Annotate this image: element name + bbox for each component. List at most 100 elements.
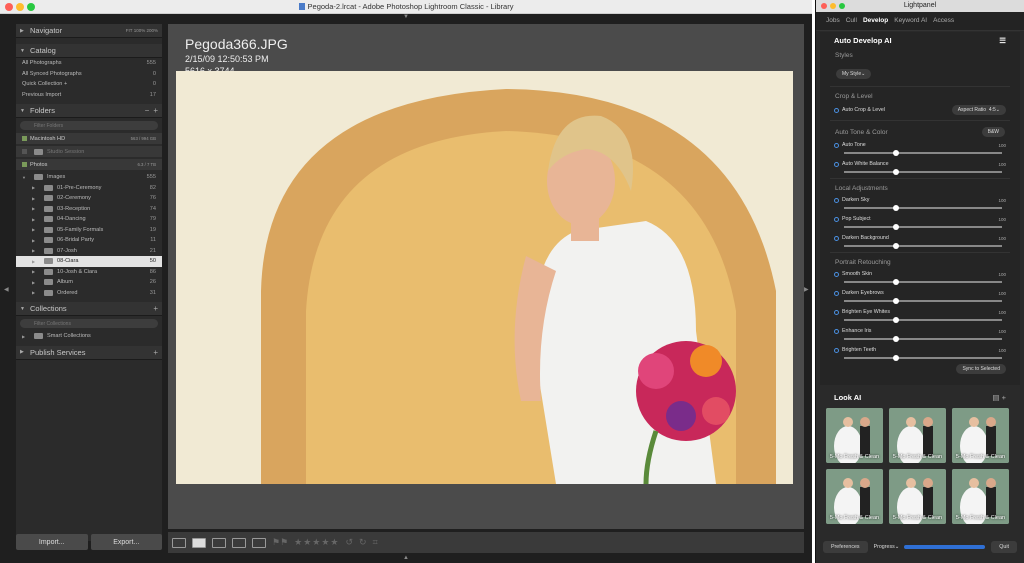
add-service-icon[interactable]: +	[153, 348, 158, 357]
tab-cull[interactable]: Cull	[846, 17, 857, 30]
crop-overlay-icon[interactable]: ⌗	[373, 537, 378, 548]
folder-item[interactable]: ▶ Ordered 31	[16, 288, 162, 299]
adjustment-toggle[interactable]: Auto Tone 100	[820, 140, 1020, 150]
loupe-view-icon[interactable]	[192, 537, 206, 548]
tab-jobs[interactable]: Jobs	[826, 17, 840, 30]
adjustment-toggle[interactable]: Darken Eyebrows 100	[820, 288, 1020, 298]
main-photo[interactable]	[176, 71, 793, 484]
flag-icon[interactable]: ⚑⚑	[272, 537, 288, 548]
slider-knob[interactable]	[893, 243, 900, 249]
slider-knob[interactable]	[893, 224, 900, 230]
look-thumbnail[interactable]: 5-Mo Fresh & Clean	[826, 408, 883, 463]
navigator-header[interactable]: ▶ Navigator FIT 100% 200%	[16, 24, 162, 38]
adjustment-toggle[interactable]: Darken Sky 100	[820, 195, 1020, 205]
people-view-icon[interactable]	[252, 537, 266, 548]
slider-knob[interactable]	[893, 355, 900, 361]
top-panel-toggle-icon[interactable]: ▼	[403, 14, 409, 20]
tab-keyword-ai[interactable]: Keyword AI	[894, 17, 927, 30]
volume-item[interactable]: Studio Session	[16, 146, 162, 157]
look-thumbnail[interactable]: 5-Mo Fresh & Clean	[826, 469, 883, 524]
navigator-zoom[interactable]: FIT 100% 200%	[126, 28, 158, 33]
slider-knob[interactable]	[893, 169, 900, 175]
minus-icon[interactable]: −	[145, 106, 150, 115]
folder-item[interactable]: ▶ 06-Bridal Party 11	[16, 235, 162, 246]
catalog-header[interactable]: ▼ Catalog	[16, 44, 162, 58]
auto-crop-option[interactable]: Auto Crop & Level Aspect Ratio 4:5 ⌄	[820, 103, 1020, 117]
catalog-item[interactable]: All Synced Photographs 0	[16, 69, 162, 80]
adjustment-slider[interactable]	[844, 317, 1002, 323]
collection-item[interactable]: ▶ Smart Collections	[16, 331, 162, 342]
folder-item[interactable]: ▶ 04-Dancing 79	[16, 214, 162, 225]
compare-view-icon[interactable]	[212, 537, 226, 548]
sync-to-selected-button[interactable]: Sync to Selected	[956, 364, 1006, 374]
folder-item[interactable]: ▶ 07-Josh 21	[16, 246, 162, 257]
catalog-item[interactable]: Previous Import 17	[16, 90, 162, 101]
folder-item[interactable]: ▶ 05-Family Formals 19	[16, 225, 162, 236]
adjustment-slider[interactable]	[844, 224, 1002, 230]
collections-filter-input[interactable]: Filter Collections	[20, 319, 158, 328]
slider-knob[interactable]	[893, 205, 900, 211]
slider-knob[interactable]	[893, 150, 900, 156]
bw-button[interactable]: B&W	[981, 127, 1005, 137]
folder-item[interactable]: ▼ Images 555	[16, 172, 162, 183]
adjustment-slider[interactable]	[844, 169, 1002, 175]
folder-item[interactable]: ▶ Album 26	[16, 277, 162, 288]
maximize-window-button[interactable]	[839, 3, 845, 9]
slider-knob[interactable]	[893, 298, 900, 304]
slider-knob[interactable]	[893, 336, 900, 342]
adjustment-slider[interactable]	[844, 336, 1002, 342]
adjustment-toggle[interactable]: Darken Background 100	[820, 233, 1020, 243]
rotate-right-icon[interactable]: ↻	[359, 537, 367, 548]
adjustment-slider[interactable]	[844, 205, 1002, 211]
adjustment-slider[interactable]	[844, 150, 1002, 156]
adjustment-toggle[interactable]: Pop Subject 100	[820, 214, 1020, 224]
left-panel-toggle-icon[interactable]: ◀	[4, 286, 9, 293]
preferences-button[interactable]: Preferences	[823, 541, 868, 553]
survey-view-icon[interactable]	[232, 537, 246, 548]
bottom-panel-toggle-icon[interactable]: ▲	[403, 555, 409, 561]
volume-item[interactable]: Macintosh HD 563 / 994 GB	[16, 133, 162, 144]
style-dropdown[interactable]: My Style ⌄	[836, 69, 872, 79]
rotate-left-icon[interactable]: ↺	[345, 537, 353, 548]
right-panel-toggle-icon[interactable]: ▶	[804, 286, 809, 293]
folder-item[interactable]: ▶ 10-Josh & Ciara 86	[16, 267, 162, 278]
add-look-icon[interactable]: +	[1002, 393, 1006, 402]
publish-services-header[interactable]: ▶ Publish Services +	[16, 345, 162, 360]
volume-item[interactable]: Photos 6.3 / 7 TB	[16, 159, 162, 170]
adjustment-slider[interactable]	[844, 298, 1002, 304]
rating-stars-icon[interactable]: ★★★★★	[294, 537, 339, 548]
catalog-item[interactable]: All Photographs 555	[16, 58, 162, 69]
menu-icon[interactable]: ☰	[999, 36, 1006, 45]
add-collection-icon[interactable]: +	[153, 304, 158, 313]
adjustment-toggle[interactable]: Auto White Balance 100	[820, 159, 1020, 169]
look-thumbnail[interactable]: 5-Mo Fresh & Clean	[952, 469, 1009, 524]
folder-item[interactable]: ▶ 01-Pre-Ceremony 82	[16, 183, 162, 194]
minimize-window-button[interactable]	[830, 3, 836, 9]
adjustment-toggle[interactable]: Brighten Eye Whites 100	[820, 307, 1020, 317]
grid-view-icon[interactable]	[172, 537, 186, 548]
slider-knob[interactable]	[893, 279, 900, 285]
tab-access[interactable]: Access	[933, 17, 954, 30]
export-button[interactable]: Export...	[90, 534, 162, 550]
tab-develop[interactable]: Develop	[863, 17, 888, 30]
quit-button[interactable]: Quit	[991, 541, 1017, 553]
look-thumbnail[interactable]: 5-Mo Fresh & Clean	[889, 469, 946, 524]
folder-item[interactable]: ▶ 02-Ceremony 76	[16, 193, 162, 204]
adjustment-slider[interactable]	[844, 279, 1002, 285]
catalog-item[interactable]: Quick Collection +0	[16, 79, 162, 90]
aspect-ratio-dropdown[interactable]: Aspect Ratio 4:5 ⌄	[951, 105, 1006, 115]
look-thumbnail[interactable]: 5-Mo Fresh & Clean	[889, 408, 946, 463]
import-button[interactable]: Import...	[16, 534, 88, 550]
close-window-button[interactable]	[821, 3, 827, 9]
adjustment-toggle[interactable]: Brighten Teeth 100	[820, 345, 1020, 355]
adjustment-slider[interactable]	[844, 243, 1002, 249]
adjustment-toggle[interactable]: Enhance Iris 100	[820, 326, 1020, 336]
folders-filter-input[interactable]: Filter Folders	[20, 121, 158, 130]
adjustment-slider[interactable]	[844, 355, 1002, 361]
look-thumbnail[interactable]: 5-Mo Fresh & Clean	[952, 408, 1009, 463]
adjustment-toggle[interactable]: Smooth Skin 100	[820, 269, 1020, 279]
folders-header[interactable]: ▼ Folders − +	[16, 104, 162, 118]
folder-item[interactable]: ▶ 03-Reception 74	[16, 204, 162, 215]
add-folder-icon[interactable]: +	[153, 106, 158, 115]
collections-header[interactable]: ▼ Collections +	[16, 302, 162, 316]
